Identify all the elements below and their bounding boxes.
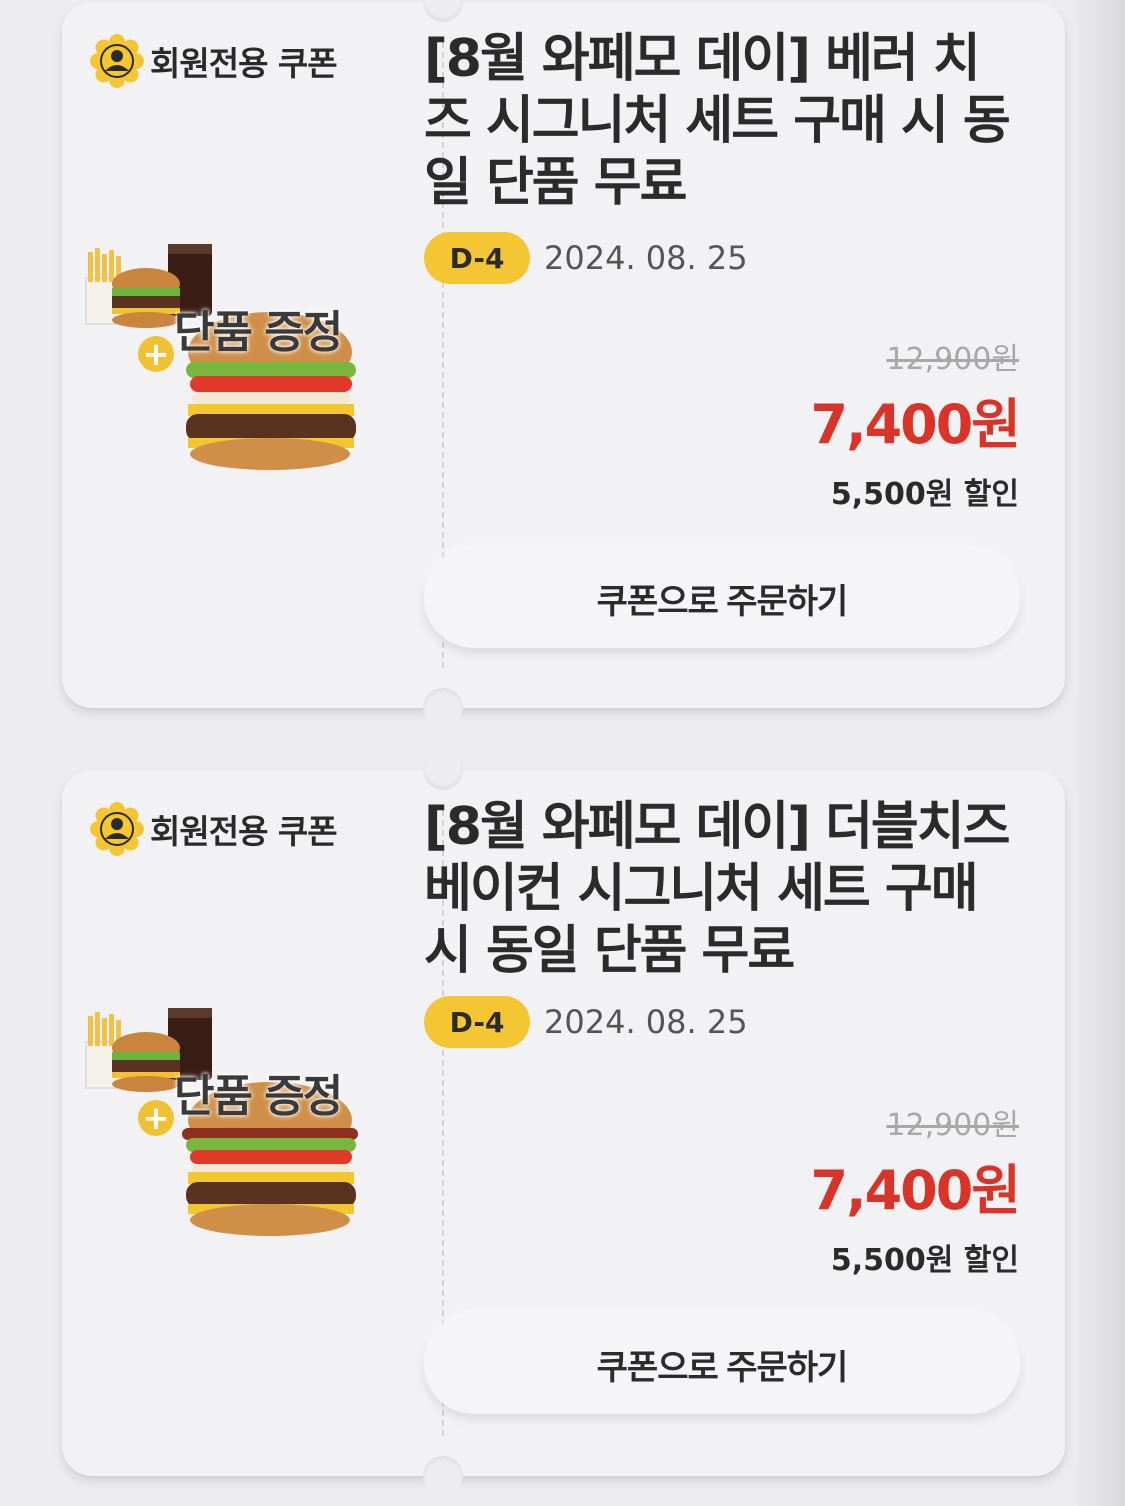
- coupon-meta: D-4 2024. 08. 25: [424, 996, 748, 1048]
- plus-icon: +: [138, 336, 174, 372]
- original-price: 12,900원: [886, 1108, 1019, 1143]
- badge-label: 회원전용 쿠폰: [150, 812, 338, 851]
- coupon-card: 회원전용 쿠폰: [62, 750, 1065, 1496]
- scroll-edge: [1065, 0, 1125, 1506]
- coupon-card: 회원전용 쿠폰: [62, 0, 1065, 728]
- dday-badge: D-4: [424, 232, 530, 284]
- ticket-notch: [423, 688, 463, 728]
- dday-badge: D-4: [424, 996, 530, 1048]
- member-badge: 회원전용 쿠폰: [90, 802, 338, 856]
- sale-price: 7,400원: [810, 393, 1021, 456]
- badge-label: 회원전용 쿠폰: [150, 44, 338, 83]
- price-block: 12,900원 7,400원 5,500원 할인: [810, 334, 1021, 513]
- ticket-notch: [423, 1456, 463, 1496]
- coupon-title: [8월 와페모 데이] 베러 치즈 시그니처 세트 구매 시 동일 단품 무료: [424, 29, 1011, 213]
- expiry-date: 2024. 08. 25: [544, 1003, 748, 1041]
- coupon-title: [8월 와페모 데이] 더블치즈 베이컨 시그니처 세트 구매 시 동일 단품 …: [424, 797, 1010, 981]
- gift-label: 단품 증정: [174, 1071, 343, 1122]
- discount-amount: 5,500원 할인: [830, 477, 1019, 512]
- member-icon: [90, 802, 144, 856]
- original-price: 12,900원: [886, 342, 1019, 377]
- discount-amount: 5,500원 할인: [830, 1243, 1019, 1278]
- order-with-coupon-button[interactable]: 쿠폰으로 주문하기: [424, 548, 1020, 648]
- expiry-date: 2024. 08. 25: [544, 239, 748, 277]
- coupon-meta: D-4 2024. 08. 25: [424, 232, 748, 284]
- coupon-list-page: 회원전용 쿠폰 단품 증정 + [8월 와페모 데이] 베러 치즈 시그니처 세…: [0, 0, 1125, 1506]
- order-with-coupon-button[interactable]: 쿠폰으로 주문하기: [424, 1314, 1020, 1414]
- ticket-notch: [423, 750, 463, 790]
- sale-price: 7,400원: [810, 1159, 1021, 1222]
- plus-icon: +: [138, 1100, 174, 1136]
- product-image: 단품 증정 +: [82, 238, 382, 478]
- member-badge: 회원전용 쿠폰: [90, 34, 338, 88]
- ticket-notch: [423, 0, 463, 22]
- product-image: 단품 증정 +: [82, 1002, 382, 1242]
- price-block: 12,900원 7,400원 5,500원 할인: [810, 1100, 1021, 1279]
- gift-label: 단품 증정: [174, 307, 343, 358]
- member-icon: [90, 34, 144, 88]
